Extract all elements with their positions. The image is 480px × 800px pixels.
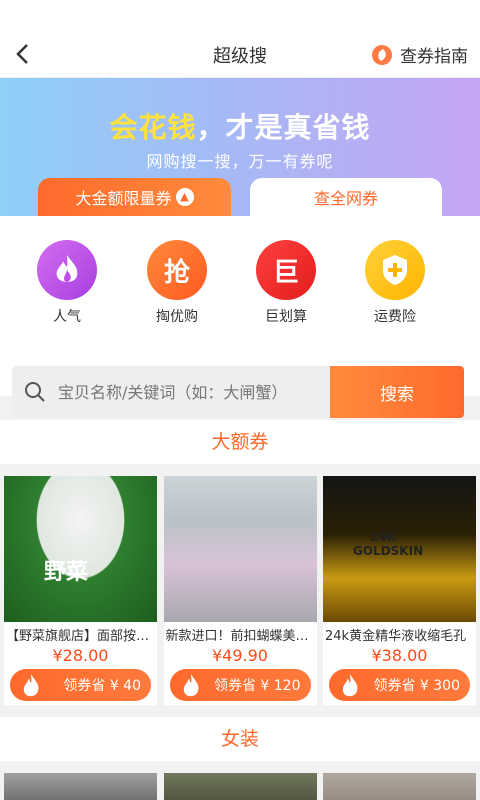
product-name: 24k黄金精华液收缩毛孔 <box>325 629 467 644</box>
coupon-label: 领券省 ¥ 40 <box>63 678 141 694</box>
tab-big-coupon[interactable]: 大金额限量券 ▲ <box>38 178 231 216</box>
tab-all-coupons-label: 查全网券 <box>313 189 378 208</box>
product-card[interactable]: 野菜 【野菜旗舰店】面部按摩膏 ¥28.00 领券省 ¥ 40 <box>4 476 157 705</box>
divider <box>0 464 480 476</box>
coupon-label: 领券省 ¥ 120 <box>213 678 301 694</box>
category-label: 人气 <box>53 309 81 325</box>
banner-slogan: 会花钱，才是真省钱 <box>0 106 480 146</box>
product-image-brand: 24K GOLDSKIN <box>353 530 424 558</box>
section-title-womens: 女装 <box>0 717 480 761</box>
get-coupon-button[interactable]: 领券省 ¥ 120 <box>169 669 311 701</box>
tab-all-coupons[interactable]: 查全网券 <box>250 178 442 216</box>
product-price: ¥38.00 <box>371 646 428 665</box>
category-label: 掏优购 <box>156 309 198 325</box>
flame-badge-icon: ▲ <box>175 188 194 206</box>
product-image[interactable] <box>323 773 476 800</box>
product-image[interactable] <box>163 773 317 800</box>
coupon-guide-label: 查券指南 <box>400 47 468 67</box>
get-coupon-button[interactable]: 领券省 ¥ 300 <box>329 669 470 701</box>
coupon-guide-link[interactable]: 查券指南 <box>372 42 468 67</box>
product-price: ¥49.90 <box>212 646 268 665</box>
status-bar <box>0 0 480 30</box>
flame-icon <box>342 674 358 697</box>
divider <box>0 761 480 773</box>
flame-icon <box>37 240 97 300</box>
promo-banner: 会花钱，才是真省钱 网购搜一搜，万一有券呢 大金额限量券 ▲ 查全网券 <box>0 78 480 216</box>
category-juhuasuan[interactable]: 巨 巨划算 <box>241 240 331 326</box>
product-image <box>163 476 317 622</box>
product-image-brand: 野菜 <box>44 560 89 585</box>
product-card[interactable]: 新款进口！前扣蝴蝶美背文胸 ¥49.90 领券省 ¥ 120 <box>163 476 317 705</box>
product-price: ¥28.00 <box>52 646 109 665</box>
product-name: 新款进口！前扣蝴蝶美背文胸 <box>165 629 317 644</box>
search-input[interactable] <box>58 382 318 402</box>
product-image: 24K GOLDSKIN <box>323 476 476 622</box>
product-image[interactable] <box>4 773 157 800</box>
flame-icon <box>183 674 198 697</box>
product-card[interactable]: 24K GOLDSKIN 24k黄金精华液收缩毛孔 ¥38.00 领券省 ¥ 3… <box>323 476 476 705</box>
category-label: 巨划算 <box>265 309 307 325</box>
category-popular[interactable]: 人气 <box>22 240 112 326</box>
shield-plus-icon <box>365 240 425 300</box>
search-box[interactable] <box>12 366 330 418</box>
banner-subtitle: 网购搜一搜，万一有券呢 <box>146 152 334 171</box>
product-image: 野菜 <box>4 476 157 622</box>
search-button[interactable]: 搜索 <box>330 366 464 418</box>
slogan-highlight: 会花钱 <box>109 111 197 144</box>
get-coupon-button[interactable]: 领券省 ¥ 40 <box>10 669 151 701</box>
grab-icon: 抢 <box>147 240 207 300</box>
category-shipping-insurance[interactable]: 运费险 <box>350 240 440 326</box>
section-title-big-coupon: 大额券 <box>0 420 480 464</box>
tab-big-coupon-label: 大金额限量券 <box>75 189 172 208</box>
compass-icon <box>372 44 392 65</box>
search-bar: 搜索 <box>12 366 464 418</box>
ju-icon: 巨 <box>256 240 316 300</box>
top-navbar: 超级搜 查券指南 <box>0 30 480 78</box>
category-label: 运费险 <box>374 309 416 325</box>
divider <box>0 705 480 717</box>
category-taoyougou[interactable]: 抢 掏优购 <box>132 240 222 326</box>
product-list-womens <box>0 773 480 800</box>
product-name: 【野菜旗舰店】面部按摩膏 <box>6 629 157 644</box>
coupon-label: 领券省 ¥ 300 <box>373 678 460 694</box>
search-icon <box>25 382 45 402</box>
flame-icon <box>23 674 39 697</box>
product-list: 野菜 【野菜旗舰店】面部按摩膏 ¥28.00 领券省 ¥ 40 新款进口！前扣蝴… <box>0 476 480 705</box>
slogan-rest: ，才是真省钱 <box>196 111 371 144</box>
category-panel: 人气 抢 掏优购 巨 巨划算 运费险 搜索 <box>0 216 480 418</box>
